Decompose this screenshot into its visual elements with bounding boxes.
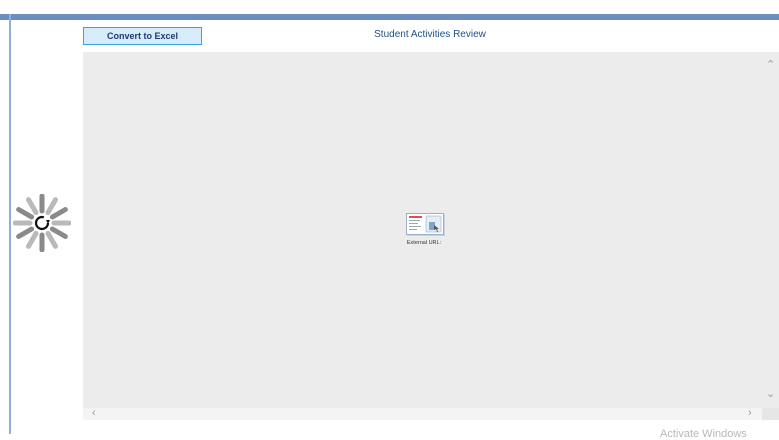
external-url-label: External URL: (406, 240, 442, 246)
convert-to-excel-button[interactable]: Convert to Excel (83, 27, 202, 45)
activation-watermark: Activate Windows (660, 428, 747, 440)
scrollbar-corner (762, 408, 779, 420)
scroll-up-arrow-icon[interactable]: ⌃ (766, 60, 775, 71)
page-title: Student Activities Review (374, 29, 486, 40)
external-url-thumbnail-icon[interactable] (406, 213, 444, 235)
scroll-down-arrow-icon[interactable]: ⌄ (766, 389, 775, 400)
scroll-left-arrow-icon[interactable]: ‹ (92, 408, 96, 419)
vertical-scrollbar[interactable]: ⌃ ⌄ (762, 52, 779, 408)
loading-spinner-icon (12, 193, 72, 253)
scroll-right-arrow-icon[interactable]: › (748, 408, 752, 419)
left-frame-border (9, 14, 11, 434)
horizontal-scrollbar[interactable]: ‹ › (83, 408, 762, 420)
top-accent-bar (0, 14, 779, 20)
